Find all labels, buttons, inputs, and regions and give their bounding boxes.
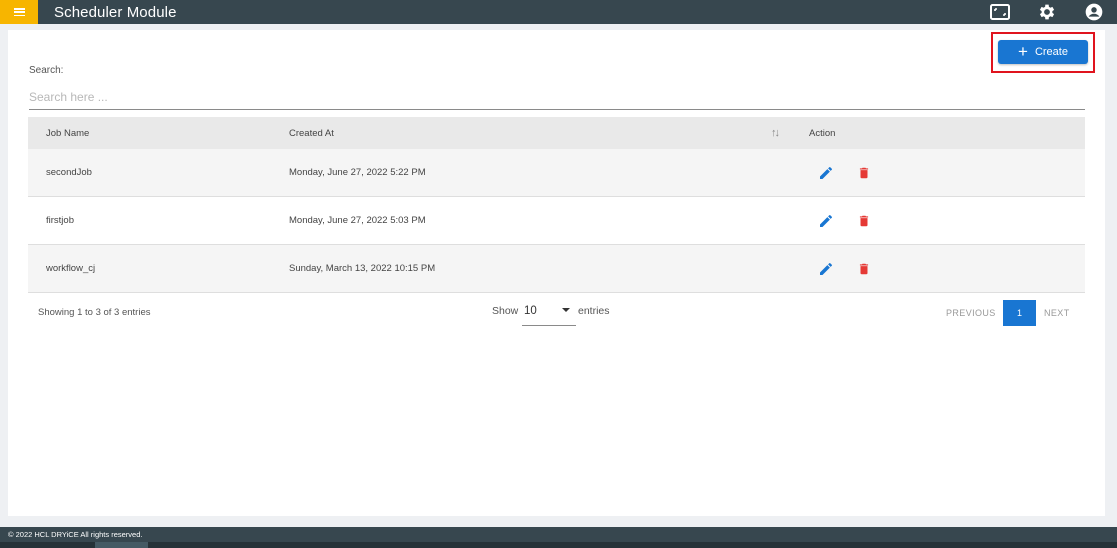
trash-icon[interactable] xyxy=(857,165,871,181)
job-name-cell: workflow_cj xyxy=(46,263,96,274)
page-size-select[interactable]: 10 xyxy=(522,300,576,326)
create-button[interactable]: + Create xyxy=(998,40,1088,64)
footer: © 2022 HCL DRYiCE All rights reserved. xyxy=(0,527,1117,548)
hamburger-icon xyxy=(13,8,25,16)
column-header-job-name[interactable]: Job Name xyxy=(46,128,89,139)
app-title: Scheduler Module xyxy=(54,3,177,21)
pencil-icon[interactable] xyxy=(818,261,834,277)
table-row: secondJob Monday, June 27, 2022 5:22 PM xyxy=(28,149,1085,197)
screen-capture-icon[interactable] xyxy=(990,2,1010,22)
gear-icon[interactable] xyxy=(1037,2,1057,22)
job-name-cell: firstjob xyxy=(46,215,74,226)
footer-taskbar xyxy=(0,542,1117,548)
created-at-cell: Monday, June 27, 2022 5:22 PM xyxy=(289,167,426,178)
previous-button[interactable]: PREVIOUS xyxy=(946,308,996,318)
user-account-icon[interactable] xyxy=(1084,2,1104,22)
search-input[interactable] xyxy=(29,84,1085,110)
page-size-value: 10 xyxy=(524,304,537,317)
created-at-cell: Sunday, March 13, 2022 10:15 PM xyxy=(289,263,436,274)
show-label: Show xyxy=(492,305,519,317)
entries-summary: Showing 1 to 3 of 3 entries xyxy=(38,307,151,318)
table-row: firstjob Monday, June 27, 2022 5:03 PM xyxy=(28,197,1085,245)
trash-icon[interactable] xyxy=(857,213,871,229)
top-bar: Scheduler Module xyxy=(0,0,1117,24)
copyright-text: © 2022 HCL DRYiCE All rights reserved. xyxy=(8,530,143,539)
trash-icon[interactable] xyxy=(857,261,871,277)
entries-label: entries xyxy=(578,305,610,317)
jobs-table: Job Name Created At ↑↓ Action secondJob … xyxy=(28,117,1085,293)
plus-icon: + xyxy=(1018,41,1028,61)
column-header-action: Action xyxy=(809,127,836,139)
table-header: Job Name Created At ↑↓ Action xyxy=(28,117,1085,149)
pencil-icon[interactable] xyxy=(818,213,834,229)
table-row: workflow_cj Sunday, March 13, 2022 10:15… xyxy=(28,245,1085,293)
next-button[interactable]: NEXT xyxy=(1044,308,1070,318)
pencil-icon[interactable] xyxy=(818,165,834,181)
created-at-cell: Monday, June 27, 2022 5:03 PM xyxy=(289,215,426,226)
caret-down-icon xyxy=(562,308,570,312)
page-1-button[interactable]: 1 xyxy=(1003,300,1036,326)
search-label: Search: xyxy=(29,65,64,76)
footer-taskbar-tab[interactable] xyxy=(95,542,148,548)
menu-button[interactable] xyxy=(0,0,38,24)
create-button-label: Create xyxy=(1034,46,1068,58)
sort-icon[interactable]: ↑↓ xyxy=(771,127,780,139)
job-name-cell: secondJob xyxy=(46,167,92,178)
column-header-created-at[interactable]: Created At xyxy=(289,128,334,139)
